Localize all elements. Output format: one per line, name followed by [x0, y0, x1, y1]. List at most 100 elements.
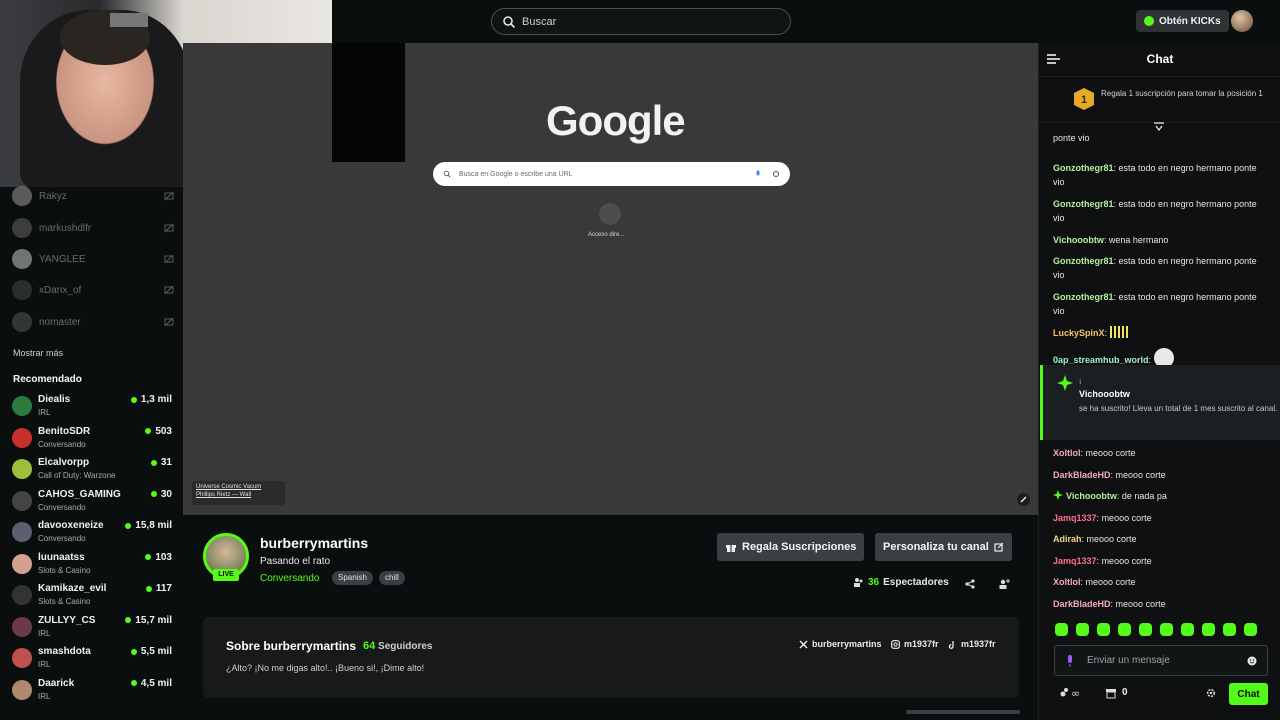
chat-username[interactable]: Adirah [1053, 534, 1082, 544]
follow-user-icon[interactable] [998, 578, 1010, 590]
avatar [12, 280, 32, 300]
emote [1109, 326, 1130, 338]
show-more-link[interactable]: Mostrar más [13, 348, 63, 358]
viewer-count: 503 [145, 426, 172, 437]
microphone-icon[interactable] [1065, 654, 1075, 668]
sidebar-item-recommended[interactable]: CAHOS_GAMING Conversando 30 [12, 488, 172, 518]
edit-icon[interactable] [1017, 493, 1030, 506]
emote-button[interactable] [1118, 623, 1131, 636]
sidebar-item-following[interactable]: markushdlfr [12, 217, 174, 239]
chat-username[interactable]: Xoltlol [1053, 448, 1081, 458]
sidebar-item-recommended[interactable]: Kamikaze_evil Slots & Casino 117 [12, 582, 172, 612]
channel-name: ZULLYY_CS [38, 614, 96, 626]
chat-username[interactable]: DarkBladeHD [1053, 470, 1111, 480]
channel-category: Slots & Casino [38, 597, 91, 606]
video-dark-region [332, 43, 405, 162]
sidebar-item-recommended[interactable]: Diealis IRL 1,3 mil [12, 393, 172, 423]
sidebar-item-recommended[interactable]: luunaatss Slots & Casino 103 [12, 551, 172, 581]
chat-username[interactable]: DarkBladeHD [1053, 599, 1111, 609]
chat-footer: ∞ 0 Chat [1039, 683, 1280, 709]
gift-leaderboard-banner[interactable]: 1 Regala 1 suscripción para tomar la pos… [1039, 76, 1280, 123]
chat-input-box[interactable] [1054, 645, 1268, 676]
social-link-x[interactable]: burberrymartins [799, 639, 882, 649]
channel-name[interactable]: burberrymartins [260, 535, 368, 551]
emote-button[interactable] [1244, 623, 1257, 636]
avatar [12, 459, 32, 479]
sidebar-item-recommended[interactable]: BenitoSDR Conversando 503 [12, 425, 172, 455]
send-chat-button[interactable]: Chat [1229, 683, 1268, 705]
sidebar-item-recommended[interactable]: smashdota IRL 5,5 mil [12, 645, 172, 675]
emote-button[interactable] [1181, 623, 1194, 636]
sidebar-item-following[interactable]: xDanx_of [12, 279, 174, 301]
sidebar-item-recommended[interactable]: Daarick IRL 4,5 mil [12, 677, 172, 707]
channel-name: Rakyz [39, 190, 67, 202]
channel-name: Diealis [38, 394, 71, 405]
emote-button[interactable] [1223, 623, 1236, 636]
emoji-icon[interactable] [1247, 656, 1257, 666]
viewer-count: 31 [150, 457, 172, 468]
emote-button[interactable] [1055, 623, 1068, 636]
chat-username[interactable]: 0ap_streamhub_world [1053, 355, 1149, 365]
store-icon[interactable] [1105, 687, 1117, 699]
chat-username[interactable]: Gonzothegr81 [1053, 163, 1114, 173]
tag-spanish[interactable]: Spanish [332, 571, 373, 585]
chat-message-input[interactable] [1087, 655, 1247, 666]
sidebar-item-recommended[interactable]: davooxeneize Conversando 15,8 mil [12, 519, 172, 549]
video-player[interactable]: Google Busca en Google o escribe una URL… [183, 43, 1038, 515]
channel-category: Call of Duty: Warzone [38, 471, 116, 480]
sidebar-item-following[interactable]: Rakyz [12, 185, 174, 207]
sub-card-user[interactable]: Vichooobtw [1079, 389, 1130, 399]
chat-message: Vichooobtw: de nada pa [1053, 489, 1268, 503]
chat-username[interactable]: Xoltlol [1053, 577, 1081, 587]
emote-button[interactable] [1160, 623, 1173, 636]
chat-message: Jamq1337: meooo corte [1053, 513, 1152, 523]
chat-message: Gonzothegr81: esta todo en negro hermano… [1053, 163, 1257, 187]
viewer-number: 503 [155, 425, 172, 437]
chat-message: Gonzothegr81: esta todo en negro hermano… [1053, 292, 1257, 316]
sidebar-item-following[interactable]: nomaster [12, 311, 174, 333]
page-scrollbar[interactable] [906, 710, 1020, 714]
emote-button[interactable] [1076, 623, 1089, 636]
gear-icon[interactable] [1206, 688, 1216, 698]
emote-button[interactable] [1139, 623, 1152, 636]
chat-username[interactable]: Gonzothegr81 [1053, 256, 1114, 266]
search-input[interactable] [522, 15, 772, 28]
share-icon[interactable] [964, 578, 976, 590]
now-playing-artist: Phillips Rietz — Wall [196, 492, 252, 498]
chat-username[interactable]: LuckySpinX [1053, 328, 1105, 338]
gift-subs-button[interactable]: Regala Suscripciones [717, 533, 865, 561]
channel-name: Kamikaze_evil [38, 583, 107, 594]
collapse-chat-icon[interactable] [1047, 53, 1060, 65]
shortcut-label: Acceso dire... [588, 232, 625, 238]
chat-username[interactable]: Gonzothegr81 [1053, 292, 1114, 302]
sidebar-item-recommended[interactable]: ZULLYY_CS IRL 15,7 mil [12, 614, 172, 644]
user-avatar[interactable] [1231, 10, 1253, 32]
social-link-tiktok[interactable]: m1937fr [948, 639, 996, 649]
emote-button[interactable] [1202, 623, 1215, 636]
channel-name: BenitoSDR [38, 425, 91, 437]
viewer-number: 117 [155, 583, 172, 594]
social-link-instagram[interactable]: m1937fr [891, 639, 939, 649]
chat-username[interactable]: Gonzothegr81 [1053, 199, 1114, 209]
live-dot-icon [125, 522, 132, 529]
sidebar-item-following[interactable]: YANGLEE [12, 248, 174, 270]
sparkle-icon [1057, 375, 1073, 391]
live-dot-icon [130, 396, 137, 403]
sparkle-icon [1053, 490, 1063, 500]
chat-username[interactable]: Jamq1337 [1053, 513, 1097, 523]
kicks-balance-icon[interactable]: ∞ [1059, 687, 1089, 699]
channel-name: smashdota [38, 646, 91, 657]
stream-category[interactable]: Conversando [260, 573, 319, 584]
customize-channel-button[interactable]: Personaliza tu canal [875, 533, 1012, 561]
viewer-count: 1,3 mil [130, 394, 172, 405]
chat-username[interactable]: Vichooobtw [1053, 235, 1104, 245]
get-kicks-button[interactable]: Obtén KICKs [1136, 10, 1229, 32]
chat-username[interactable]: Vichooobtw [1066, 491, 1117, 501]
app-root: Obtén KICKs Rakyz markushdlfr YANGLEE xD… [0, 0, 1280, 720]
search-icon [503, 15, 516, 28]
search-box[interactable] [491, 8, 791, 35]
tag-chill[interactable]: chill [379, 571, 405, 585]
emote-button[interactable] [1097, 623, 1110, 636]
sidebar-item-recommended[interactable]: Elcalvorpp Call of Duty: Warzone 31 [12, 456, 172, 486]
chat-username[interactable]: Jamq1337 [1053, 556, 1097, 566]
